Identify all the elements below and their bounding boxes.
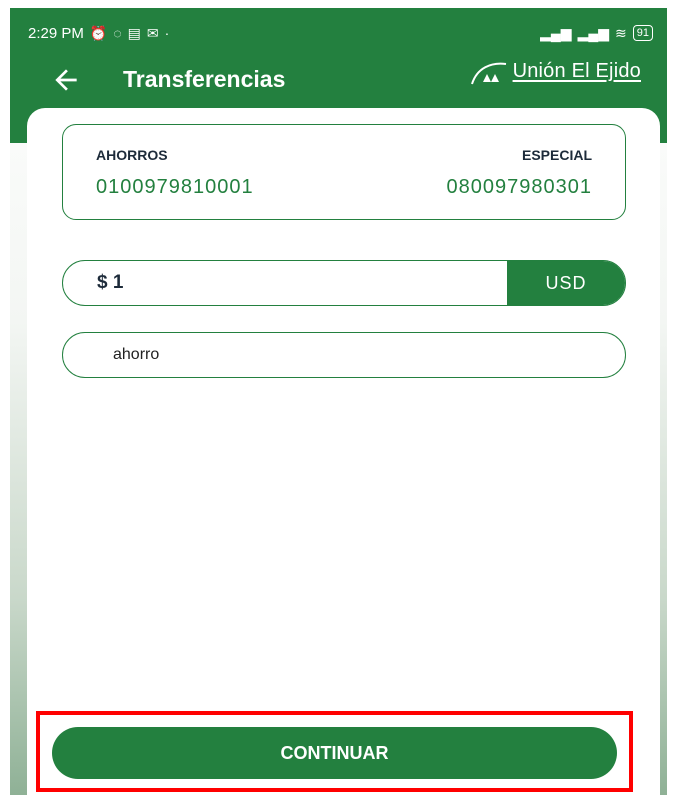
origin-account-number: 0100979810001	[96, 176, 254, 198]
app-bar: Transferencias Unión El Ejido	[10, 60, 667, 100]
status-right: ▂▄▆ ▂▄▆ ≋ 91	[540, 25, 653, 41]
signal-icon: ▂▄▆	[540, 25, 572, 41]
status-time: 2:29 PM	[28, 24, 84, 42]
brand-logo: Unión El Ejido	[469, 60, 641, 86]
continue-button[interactable]: CONTINUAR	[52, 727, 617, 779]
status-left: 2:29 PM ⏰ ◌ ▤ ✉ ·	[28, 25, 169, 42]
gmail-icon: ✉	[146, 25, 159, 41]
phone-screen: 2:29 PM ⏰ ◌ ▤ ✉ · ▂▄▆ ▂▄▆ ≋ 91 Transfere…	[10, 8, 667, 795]
signal-icon: ▂▄▆	[577, 25, 610, 41]
amount-input[interactable]: $ 1	[97, 261, 123, 305]
concept-input[interactable]: ahorro	[113, 333, 159, 377]
dot-icon: ·	[164, 25, 170, 41]
arrow-left-icon[interactable]	[50, 64, 82, 96]
wifi-icon: ≋	[615, 25, 627, 41]
logo-mark-icon	[470, 62, 506, 85]
alarm-icon: ⏰	[89, 25, 108, 41]
destination-account-number: 080097980301	[446, 176, 592, 198]
whatsapp-icon: ◌	[113, 25, 122, 41]
accounts-summary: AHORROS ESPECIAL 0100979810001 080097980…	[62, 124, 626, 220]
status-bar: 2:29 PM ⏰ ◌ ▤ ✉ · ▂▄▆ ▂▄▆ ≋ 91	[28, 22, 653, 44]
origin-account-type: AHORROS	[96, 147, 168, 163]
concept-field[interactable]: ahorro	[62, 332, 626, 378]
logo-text: Unión El Ejido	[512, 60, 641, 82]
message-icon: ▤	[127, 25, 141, 41]
amount-field[interactable]: $ 1 USD	[62, 260, 626, 306]
destination-account-type: ESPECIAL	[521, 147, 592, 163]
battery-icon: 91	[632, 25, 653, 41]
transfer-card: AHORROS ESPECIAL 0100979810001 080097980…	[27, 108, 660, 795]
currency-label: USD	[507, 261, 625, 305]
page-title: Transferencias	[123, 66, 286, 92]
